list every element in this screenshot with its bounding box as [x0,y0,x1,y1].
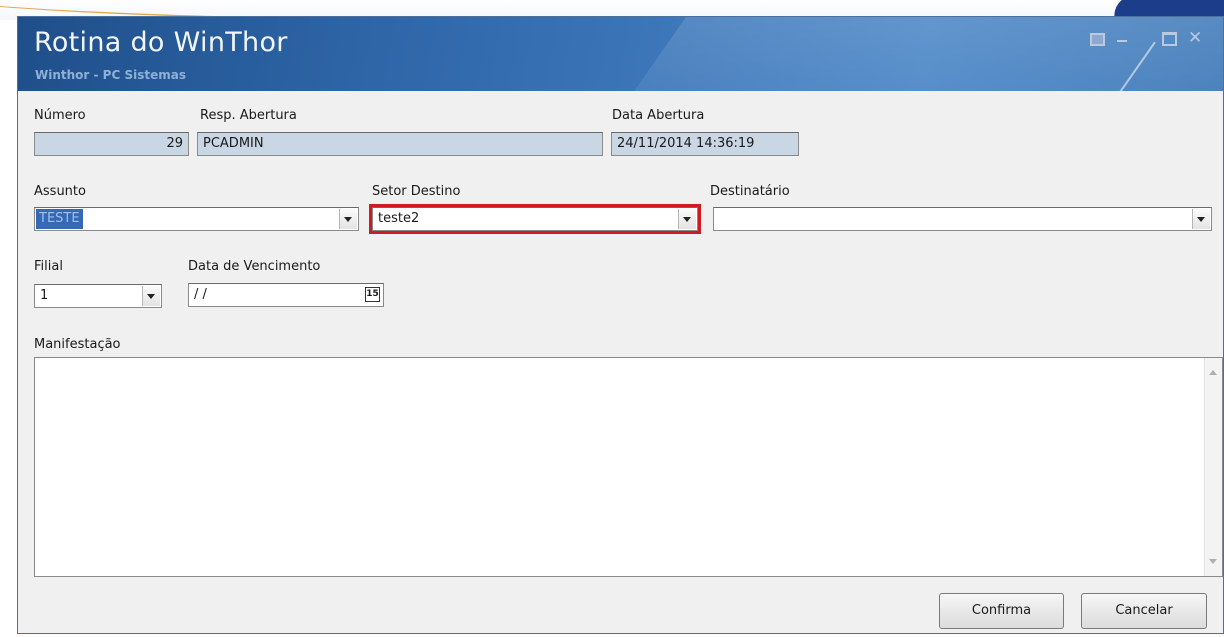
filial-label: Filial [34,259,63,274]
cancel-button[interactable]: Cancelar [1081,593,1207,629]
window-subtitle: Winthor - PC Sistemas [35,68,186,82]
restore-icon[interactable] [1088,31,1105,46]
title-bar[interactable]: Rotina do WinThor Winthor - PC Sistemas … [18,17,1223,91]
assunto-label: Assunto [34,184,86,199]
dropdown-arrow-icon[interactable] [678,209,696,229]
manifestacao-textarea[interactable] [34,357,1223,577]
data-abertura-field: 24/11/2014 14:36:19 [611,132,799,156]
calendar-icon[interactable]: 15 [365,287,380,302]
dropdown-arrow-icon[interactable] [142,286,160,306]
scroll-up-icon[interactable] [1209,370,1217,375]
vertical-scrollbar[interactable] [1204,358,1222,576]
window-title: Rotina do WinThor [34,27,288,58]
data-abertura-label: Data Abertura [612,108,705,123]
scroll-down-icon[interactable] [1209,559,1217,564]
assunto-value: TESTE [36,209,83,229]
numero-label: Número [34,108,86,123]
destinatario-label: Destinatário [710,184,790,199]
setor-destino-select[interactable]: teste2 [369,204,701,234]
data-vencimento-label: Data de Vencimento [188,259,321,274]
numero-field: 29 [34,132,189,156]
dialog-window: Rotina do WinThor Winthor - PC Sistemas … [17,16,1224,634]
manifestacao-label: Manifestação [34,337,121,352]
dropdown-arrow-icon[interactable] [339,209,357,229]
data-vencimento-field[interactable]: / / 15 [188,283,384,307]
resp-abertura-field: PCADMIN [197,132,603,156]
assunto-select[interactable]: TESTE [34,207,359,231]
minimize-icon[interactable] [1115,31,1131,45]
resp-abertura-label: Resp. Abertura [200,108,297,123]
filial-select[interactable]: 1 [34,284,162,308]
maximize-icon[interactable] [1161,31,1177,46]
confirm-button[interactable]: Confirma [939,593,1064,629]
destinatario-select[interactable] [713,207,1212,231]
setor-destino-value: teste2 [378,211,420,226]
dropdown-arrow-icon[interactable] [1192,209,1210,229]
filial-value: 1 [40,288,49,303]
setor-destino-label: Setor Destino [372,184,461,199]
data-vencimento-value: / / [194,287,207,302]
close-icon[interactable]: ✕ [1188,30,1204,47]
